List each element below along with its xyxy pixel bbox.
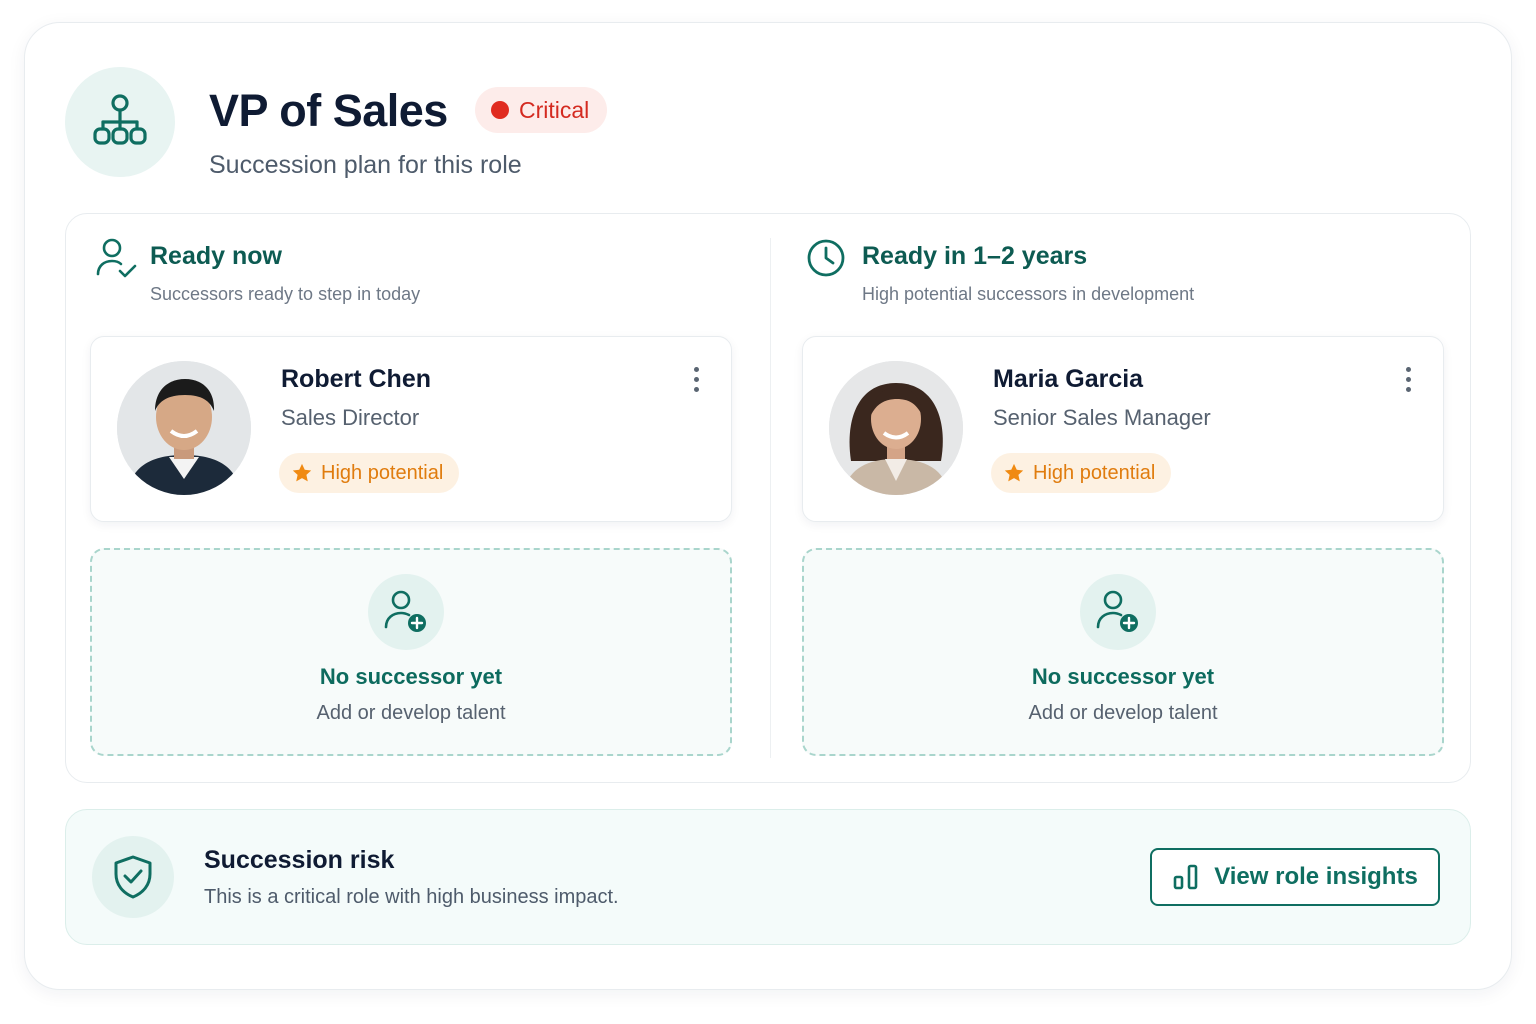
page-title: VP of Sales (209, 85, 448, 136)
add-user-icon (384, 590, 426, 632)
successor-role: Senior Sales Manager (993, 405, 1211, 430)
empty-slot-subtitle: Add or develop talent (316, 702, 506, 724)
high-potential-badge: High potential (991, 453, 1172, 493)
page-subtitle: Succession plan for this role (209, 151, 522, 179)
star-icon (1004, 463, 1024, 482)
critical-badge-label: Critical (519, 96, 590, 123)
column-subtitle: Successors ready to step in today (150, 284, 421, 304)
avatar (117, 361, 251, 495)
bar-chart-icon (1173, 864, 1198, 890)
succession-risk-banner: Succession risk This is a critical role … (65, 809, 1471, 945)
empty-slot-title: No successor yet (319, 664, 503, 689)
role-icon-badge (65, 67, 175, 177)
succession-card: VP of Sales Critical Succession plan for… (24, 22, 1512, 990)
successor-role: Sales Director (281, 405, 420, 430)
high-potential-label: High potential (1033, 461, 1156, 484)
risk-title: Succession risk (204, 846, 395, 874)
org-chart-icon (93, 94, 147, 145)
add-user-icon (1096, 590, 1138, 632)
empty-slot-subtitle: Add or develop talent (1028, 702, 1218, 724)
view-role-insights-label: View role insights (1214, 863, 1418, 890)
shield-badge (92, 836, 174, 918)
more-options-icon[interactable] (1403, 367, 1413, 397)
column-ready-now: Ready now Successors ready to step in to… (66, 214, 766, 784)
add-user-badge (368, 574, 444, 650)
empty-successor-slot[interactable]: No successor yet Add or develop talent (802, 548, 1444, 756)
star-icon (292, 463, 312, 482)
high-potential-badge: High potential (279, 453, 460, 493)
risk-description: This is a critical role with high busine… (204, 886, 619, 908)
column-title: Ready in 1–2 years (862, 242, 1088, 270)
successors-panel: Ready now Successors ready to step in to… (65, 213, 1471, 783)
successor-name[interactable]: Maria Garcia (993, 365, 1143, 394)
critical-badge: Critical (475, 87, 608, 133)
successor-card[interactable]: Maria Garcia Senior Sales Manager High p… (802, 336, 1444, 522)
user-check-icon (96, 238, 137, 278)
column-divider (770, 238, 771, 758)
successor-name[interactable]: Robert Chen (281, 365, 431, 394)
empty-successor-slot[interactable]: No successor yet Add or develop talent (90, 548, 732, 756)
critical-dot-icon (491, 101, 509, 119)
high-potential-label: High potential (321, 461, 444, 484)
add-user-badge (1080, 574, 1156, 650)
successor-card[interactable]: Robert Chen Sales Director High potentia… (90, 336, 732, 522)
column-title: Ready now (150, 242, 282, 270)
avatar (829, 361, 963, 495)
shield-check-icon (114, 855, 152, 899)
empty-slot-title: No successor yet (1031, 664, 1215, 689)
view-role-insights-button[interactable]: View role insights (1150, 848, 1440, 906)
column-subtitle: High potential successors in development (862, 284, 1195, 304)
clock-icon (807, 239, 845, 277)
more-options-icon[interactable] (691, 367, 701, 397)
column-ready-later: Ready in 1–2 years High potential succes… (778, 214, 1478, 784)
